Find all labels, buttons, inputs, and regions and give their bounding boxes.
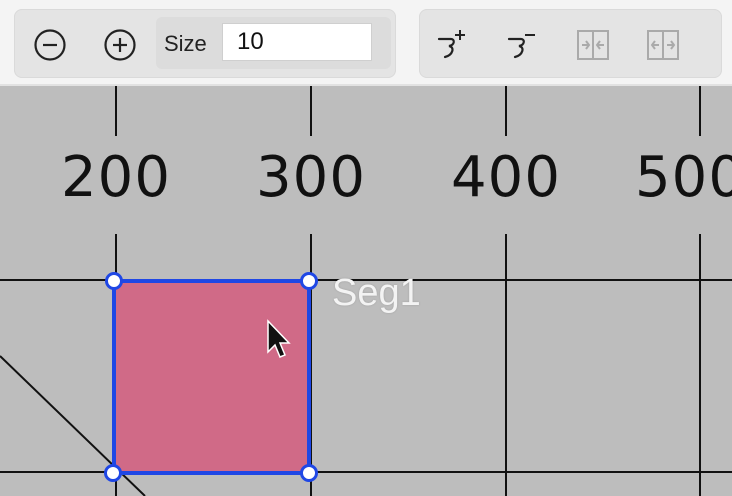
point-tools-group [419, 9, 722, 78]
remove-points-icon [507, 34, 535, 59]
segment-label: Seg1 [332, 272, 421, 314]
toolbar: Size [0, 0, 732, 86]
vertex-handle[interactable] [300, 464, 318, 482]
size-control: Size [156, 17, 391, 69]
collapse-button[interactable] [643, 25, 683, 65]
expand-icon [577, 30, 609, 60]
plus-circle-icon [104, 29, 136, 61]
expand-button[interactable] [573, 25, 613, 65]
segment-polygon[interactable] [112, 279, 311, 475]
add-points-icon [437, 30, 465, 59]
collapse-icon [647, 30, 679, 60]
add-points-button[interactable] [433, 25, 473, 65]
vertex-handle[interactable] [104, 464, 122, 482]
zoom-size-group: Size [14, 9, 396, 78]
remove-points-button[interactable] [503, 25, 543, 65]
vertex-handle[interactable] [300, 272, 318, 290]
size-label: Size [164, 31, 207, 56]
minus-circle-icon [34, 29, 66, 61]
canvas-view[interactable]: 200 300 400 500 Seg1 [0, 86, 732, 496]
vertex-handle[interactable] [105, 272, 123, 290]
zoom-out-button[interactable] [30, 25, 70, 65]
zoom-in-button[interactable] [100, 25, 140, 65]
size-input[interactable] [222, 23, 372, 61]
